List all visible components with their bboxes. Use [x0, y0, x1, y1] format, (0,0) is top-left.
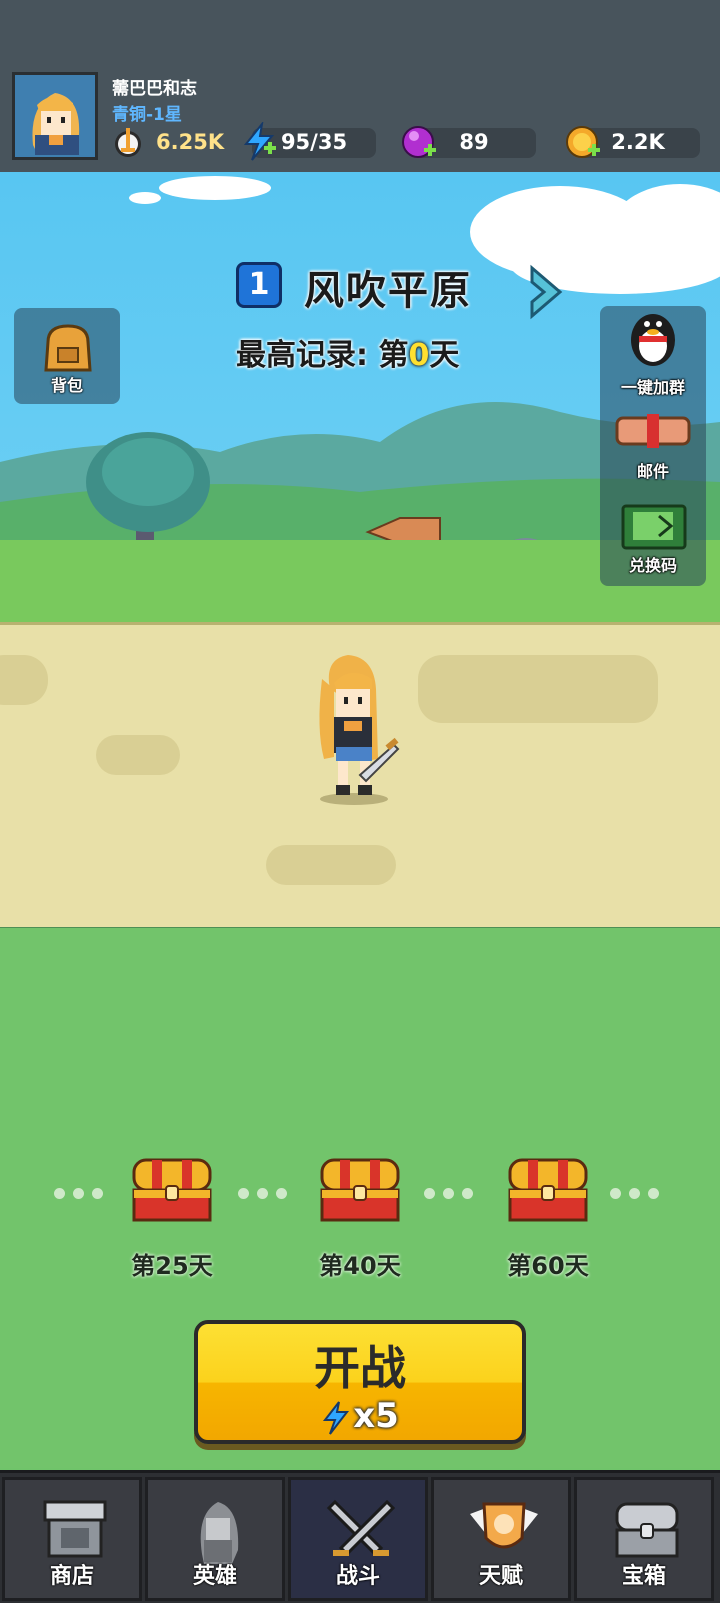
energy-cost-value: x5 [353, 1396, 399, 1436]
record-value: 0 [408, 338, 430, 373]
lightning-icon [323, 1400, 350, 1435]
next-stage-arrow-icon[interactable] [528, 262, 568, 322]
power-display: 6.25K [115, 128, 228, 158]
energy-display[interactable]: 95/35 [243, 122, 376, 161]
progress-dots [424, 1184, 481, 1203]
bottom-navigation: 商店 英雄 战斗 天赋 宝箱 [0, 1470, 720, 1603]
shop-stall-icon [43, 1500, 107, 1558]
hero-sprite [319, 655, 400, 805]
gems-display[interactable]: 89 [402, 126, 536, 158]
stage-name: 风吹平原 [304, 268, 472, 314]
record-prefix: 最高记录: 第 [236, 338, 409, 373]
stage-number-badge: 1 [236, 262, 282, 308]
battle-road [0, 622, 720, 930]
milestone-label: 第60天 [507, 1252, 589, 1280]
join-group-label: 一键加群 [620, 378, 685, 397]
road-patch [0, 655, 48, 705]
mail-scroll-icon [615, 414, 691, 448]
tab-talent-label: 天赋 [478, 1564, 523, 1589]
tab-heroes-label: 英雄 [192, 1564, 237, 1589]
winged-fist-shield-icon [470, 1502, 538, 1549]
progress-dots [54, 1184, 111, 1203]
milestone-label: 第40天 [319, 1252, 401, 1280]
backpack-label: 背包 [50, 376, 83, 395]
tab-talent[interactable]: 天赋 [431, 1477, 571, 1601]
redeem-code-button[interactable]: 兑换码 [603, 502, 703, 582]
energy-value: 95/35 [280, 130, 348, 154]
top-status-bar: 薷巴巴和志 青铜-1星 6.25K 95/35 89 2.2K [0, 0, 720, 172]
road-patch [266, 845, 396, 885]
mail-label: 邮件 [636, 462, 669, 481]
treasure-chest-icon[interactable] [318, 1156, 402, 1224]
energy-cost: x5 [198, 1396, 522, 1436]
redeem-code-label: 兑换码 [628, 556, 677, 575]
tab-chest-label: 宝箱 [621, 1564, 666, 1589]
progress-dots [610, 1184, 667, 1203]
mail-button[interactable]: 邮件 [603, 410, 703, 481]
tab-battle-label: 战斗 [335, 1564, 380, 1589]
start-battle-button[interactable]: 开战 x5 [194, 1320, 526, 1444]
backpack-button[interactable]: 背包 [14, 308, 120, 404]
best-record: 最高记录: 第0天 [236, 330, 459, 374]
road-patch [96, 735, 180, 775]
treasure-chest-icon[interactable] [506, 1156, 590, 1224]
record-suffix: 天 [429, 338, 460, 373]
road-patch [418, 655, 658, 723]
player-avatar[interactable] [12, 72, 98, 160]
hero-silhouette-icon [200, 1502, 239, 1564]
gems-value: 89 [459, 130, 489, 154]
penguin-icon [631, 314, 675, 366]
backpack-icon [44, 324, 92, 372]
join-group-button[interactable]: 一键加群 [603, 310, 703, 397]
treasure-chest-icon[interactable] [130, 1156, 214, 1224]
crossed-swords-icon [326, 1499, 396, 1557]
tab-battle[interactable]: 战斗 [288, 1477, 428, 1601]
gold-display[interactable]: 2.2K [566, 126, 700, 158]
progress-dots [238, 1184, 295, 1203]
tab-shop-label: 商店 [49, 1564, 94, 1589]
redeem-ticket-icon [621, 504, 687, 550]
treasure-chest-icon [615, 1502, 679, 1558]
right-side-panel: 一键加群 邮件 兑换码 [600, 306, 706, 586]
player-name: 薷巴巴和志 [112, 79, 197, 99]
milestone-label: 第25天 [131, 1252, 213, 1280]
tab-heroes[interactable]: 英雄 [145, 1477, 285, 1601]
gold-value: 2.2K [611, 130, 665, 154]
hero-portrait-icon [15, 75, 95, 157]
start-battle-label: 开战 [314, 1341, 406, 1395]
tab-shop[interactable]: 商店 [2, 1477, 142, 1601]
tab-chest[interactable]: 宝箱 [574, 1477, 714, 1601]
